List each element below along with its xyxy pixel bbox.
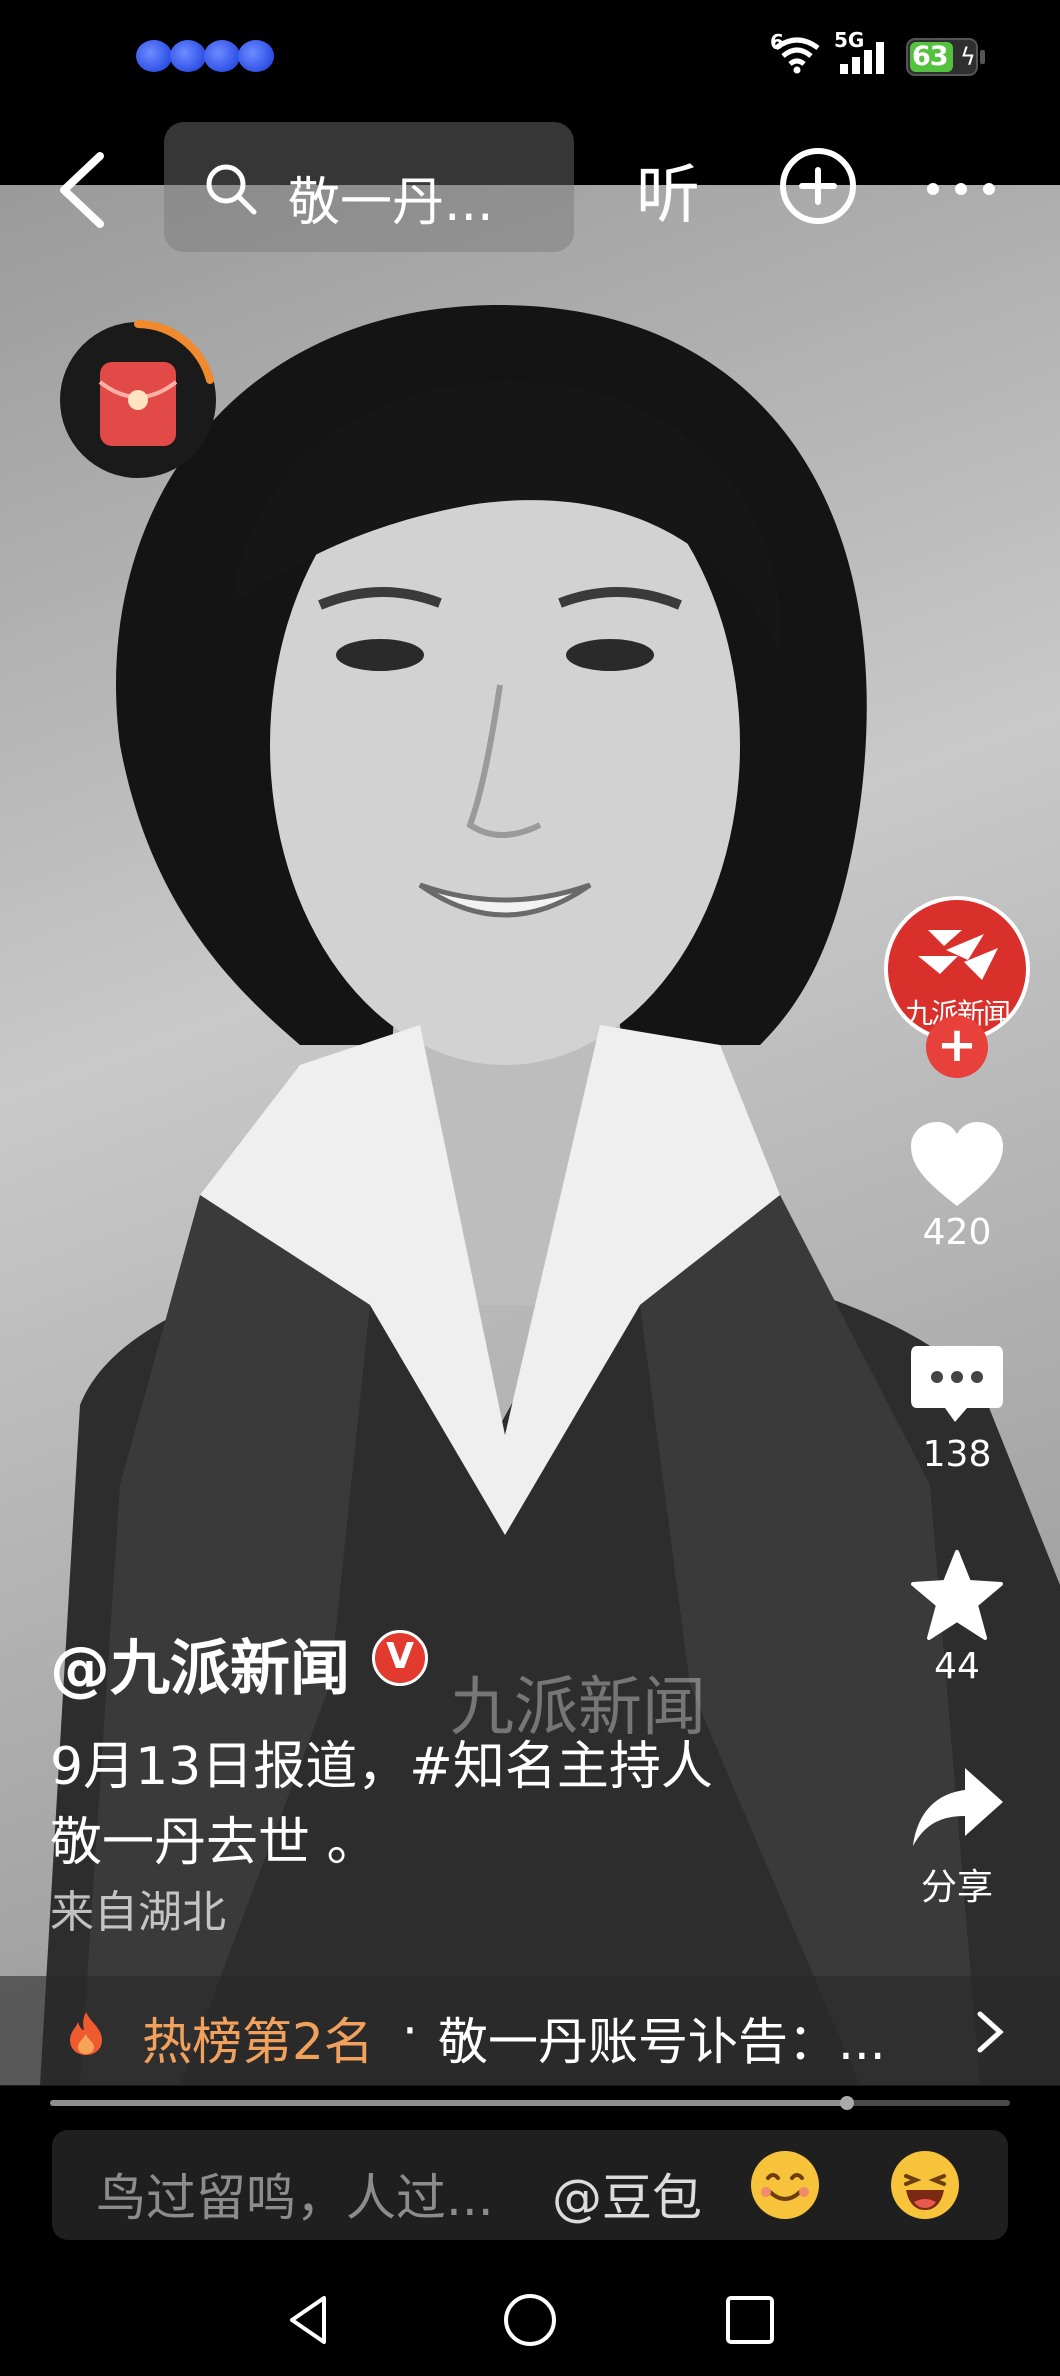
- charging-icon: ϟ: [960, 43, 976, 71]
- progress-fill: [50, 2100, 847, 2106]
- smile-emoji-icon[interactable]: [748, 2148, 822, 2222]
- comment-icon: [911, 1346, 1003, 1422]
- search-box[interactable]: 敬一丹...: [164, 122, 574, 252]
- caption-text-line2: 敬一丹去世 。: [50, 1813, 379, 1873]
- hot-topic-title: 敬一丹账号讣告：...: [438, 2013, 886, 2071]
- wifi-icon: [774, 37, 820, 74]
- notification-icon: [170, 40, 206, 72]
- hot-separator: ·: [402, 2002, 418, 2060]
- caption-text-line1[interactable]: 9月13日报道，#知名主持人: [50, 1724, 713, 1799]
- top-bar: 敬一丹... 听: [0, 110, 1060, 260]
- notification-icon: [204, 40, 240, 72]
- progress-handle[interactable]: [839, 2096, 854, 2110]
- star-icon: [911, 1550, 1003, 1640]
- comment-placeholder: 鸟过留鸣，人过...: [96, 2169, 494, 2227]
- chevron-right-icon: [977, 2011, 1004, 2053]
- like-button[interactable]: 420: [890, 1120, 1024, 1253]
- author-name[interactable]: @九派新闻: [50, 1620, 350, 1707]
- video-progress-bar[interactable]: [50, 2096, 1010, 2110]
- favorite-button[interactable]: 44: [890, 1548, 1024, 1687]
- share-label: 分享: [920, 1867, 993, 1908]
- mention-button[interactable]: @豆包: [552, 2158, 702, 2230]
- share-icon: [913, 1768, 1003, 1846]
- phone-screen: 6 5G 63 ϟ 敬一丹... 听 九派新闻 + 420 138 44 分享 …: [0, 0, 1060, 2376]
- system-navigation-bar: [0, 2260, 1060, 2376]
- heart-icon: [911, 1122, 1003, 1206]
- notification-icon: [238, 40, 274, 72]
- comment-count: 138: [922, 1434, 992, 1475]
- favorite-count: 44: [934, 1646, 980, 1687]
- red-packet-icon[interactable]: [58, 320, 218, 480]
- flame-icon: [70, 2012, 102, 2055]
- comment-input[interactable]: 鸟过留鸣，人过... @豆包: [52, 2130, 1008, 2240]
- battery-cap: [980, 50, 985, 64]
- hot-rank-bar[interactable]: 热榜第2名 · 敬一丹账号讣告：...: [0, 1976, 1060, 2086]
- status-bar: 6 5G 63 ϟ: [0, 0, 1060, 110]
- like-count: 420: [922, 1212, 992, 1253]
- search-icon: [206, 164, 257, 215]
- share-button[interactable]: 分享: [890, 1760, 1024, 1910]
- verified-badge: V: [372, 1630, 428, 1686]
- laugh-emoji-icon[interactable]: [888, 2148, 962, 2222]
- signal-icon: [840, 42, 884, 74]
- listen-button[interactable]: 听: [636, 144, 700, 236]
- nav-home-icon[interactable]: [500, 2290, 560, 2350]
- hot-rank-label: 热榜第2名: [142, 2013, 374, 2071]
- add-button[interactable]: [778, 146, 858, 226]
- more-options-button[interactable]: [926, 182, 996, 196]
- nav-recents-icon[interactable]: [720, 2290, 780, 2350]
- comment-button[interactable]: 138: [890, 1342, 1024, 1475]
- follow-button[interactable]: +: [926, 1016, 988, 1078]
- back-button[interactable]: [50, 150, 120, 230]
- nav-back-icon[interactable]: [280, 2290, 340, 2350]
- search-query: 敬一丹...: [288, 173, 494, 233]
- battery-indicator: 63 ϟ: [906, 38, 978, 76]
- location-label: 来自湖北: [50, 1887, 226, 1938]
- notification-icon: [136, 40, 172, 72]
- battery-percent: 63: [912, 41, 949, 72]
